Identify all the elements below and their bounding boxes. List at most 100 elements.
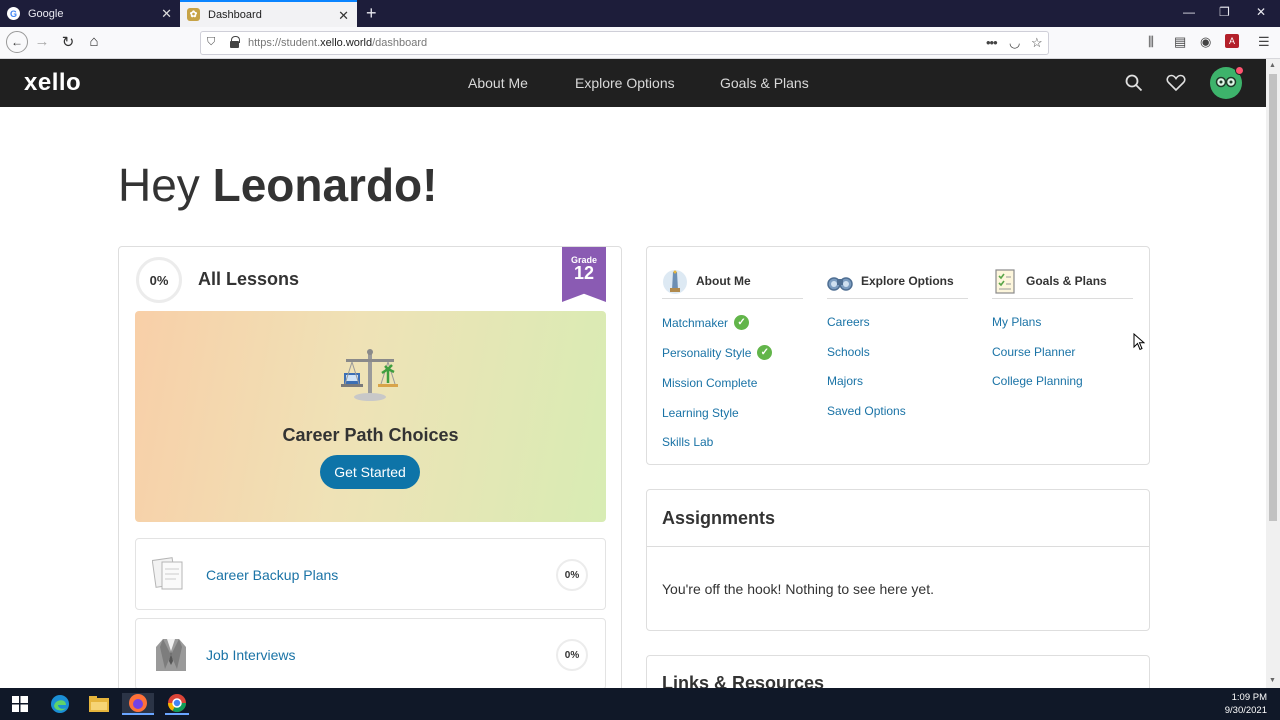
- lessons-card: 0% All Lessons Grade 12 Career Path Choi…: [118, 246, 622, 706]
- tab-dashboard[interactable]: ✿ Dashboard ✕: [180, 0, 357, 27]
- page-scrollbar[interactable]: ▲ ▼: [1266, 59, 1280, 688]
- tower-icon: [663, 269, 687, 294]
- documents-icon: [152, 557, 183, 590]
- lock-icon[interactable]: [230, 36, 240, 48]
- minimize-icon[interactable]: —: [1183, 5, 1195, 19]
- url-text[interactable]: https://student.xello.world/dashboard: [248, 37, 427, 49]
- suit-jacket-icon: [156, 639, 186, 671]
- goals-plans-heading[interactable]: Goals & Plans: [992, 263, 1133, 299]
- xello-logo[interactable]: xello: [24, 69, 81, 97]
- browser-tab-bar: G Google ✕ ✿ Dashboard ✕ + — ❐ ✕: [0, 0, 1280, 27]
- close-tab-icon[interactable]: ✕: [161, 6, 172, 22]
- page-title: Hey Leonardo!: [118, 158, 437, 212]
- link-mission-complete[interactable]: Mission Complete: [662, 376, 757, 390]
- library-icon[interactable]: ⫼: [1148, 34, 1154, 50]
- account-icon[interactable]: ◉: [1200, 34, 1211, 50]
- lesson-name[interactable]: Job Interviews: [206, 647, 295, 663]
- link-course-planner[interactable]: Course Planner: [992, 345, 1075, 359]
- link-careers[interactable]: Careers: [827, 315, 870, 329]
- google-favicon-icon: G: [7, 7, 20, 20]
- assignments-title: Assignments: [662, 508, 776, 528]
- close-tab-icon[interactable]: ✕: [338, 8, 349, 24]
- notification-dot: [1235, 66, 1244, 75]
- sidebar-icon[interactable]: ▤: [1174, 34, 1186, 50]
- windows-taskbar: 1:09 PM 9/30/2021: [0, 688, 1280, 720]
- lessons-progress-ring: 0%: [136, 257, 182, 303]
- link-label[interactable]: Personality Style: [662, 346, 751, 360]
- featured-lesson[interactable]: Career Path Choices Get Started: [135, 311, 606, 522]
- scrollbar-thumb[interactable]: [1269, 74, 1277, 521]
- clock-time: 1:09 PM: [1231, 692, 1267, 703]
- pdf-extension-icon[interactable]: A: [1225, 34, 1239, 48]
- link-majors[interactable]: Majors: [827, 374, 863, 388]
- get-started-button[interactable]: Get Started: [320, 455, 420, 489]
- search-icon[interactable]: [1125, 74, 1143, 92]
- quick-links-card: About Me Matchmaker ✓ Personality Style …: [646, 246, 1150, 465]
- column-title: Goals & Plans: [1026, 273, 1107, 288]
- heart-icon[interactable]: [1166, 74, 1186, 92]
- tab-title: Dashboard: [208, 8, 262, 21]
- link-personality-style[interactable]: Personality Style ✓: [662, 345, 773, 360]
- close-window-icon[interactable]: ✕: [1256, 5, 1266, 19]
- nav-goals-plans[interactable]: Goals & Plans: [720, 75, 809, 91]
- forward-icon[interactable]: →: [32, 33, 52, 50]
- link-learning-style[interactable]: Learning Style: [662, 406, 739, 420]
- explore-options-column: Explore Options Careers Schools Majors S…: [827, 263, 968, 418]
- goals-plans-column: Goals & Plans My Plans Course Planner Co…: [992, 263, 1133, 388]
- lesson-progress: 0%: [556, 559, 588, 591]
- checklist-icon: [995, 268, 1015, 294]
- windows-start-icon[interactable]: [8, 693, 32, 715]
- link-label[interactable]: Matchmaker: [662, 316, 728, 330]
- restore-icon[interactable]: ❐: [1219, 5, 1230, 19]
- avatar[interactable]: [1210, 66, 1244, 99]
- firefox-icon[interactable]: [122, 693, 154, 715]
- greeting-prefix: Hey: [118, 159, 200, 211]
- balance-scale-icon: [341, 349, 398, 401]
- taskbar-clock[interactable]: 1:09 PM 9/30/2021: [1225, 691, 1267, 717]
- reload-icon[interactable]: ↻: [58, 33, 78, 51]
- binoculars-icon: [827, 276, 853, 291]
- link-my-plans[interactable]: My Plans: [992, 315, 1041, 329]
- new-tab-icon[interactable]: +: [366, 3, 377, 24]
- assignments-card: Assignments You're off the hook! Nothing…: [646, 489, 1150, 631]
- column-title: Explore Options: [861, 273, 954, 288]
- grade-ribbon: Grade 12: [562, 247, 606, 302]
- avatar-face-icon: [1215, 76, 1237, 88]
- mouse-cursor-icon: [1133, 333, 1145, 351]
- xello-favicon-icon: ✿: [187, 8, 200, 21]
- url-bar[interactable]: ⛉ https://student.xello.world/dashboard …: [200, 31, 1049, 55]
- pocket-icon[interactable]: ◡: [1009, 35, 1020, 51]
- chrome-icon[interactable]: [165, 693, 189, 715]
- scroll-down-icon[interactable]: ▼: [1269, 677, 1276, 684]
- lesson-item[interactable]: Job Interviews 0%: [135, 618, 606, 690]
- lesson-item[interactable]: Career Backup Plans 0%: [135, 538, 606, 610]
- page-actions-icon[interactable]: •••: [986, 35, 998, 50]
- link-saved-options[interactable]: Saved Options: [827, 404, 906, 418]
- nav-about-me[interactable]: About Me: [468, 75, 528, 91]
- divider: [647, 546, 1149, 547]
- explore-options-heading[interactable]: Explore Options: [827, 263, 968, 299]
- shield-icon[interactable]: ⛉: [207, 36, 215, 49]
- about-me-heading[interactable]: About Me: [662, 263, 803, 299]
- file-explorer-icon[interactable]: [87, 693, 111, 715]
- link-skills-lab[interactable]: Skills Lab: [662, 435, 713, 449]
- site-header: xello About Me Explore Options Goals & P…: [0, 59, 1266, 107]
- link-matchmaker[interactable]: Matchmaker ✓: [662, 315, 750, 330]
- browser-toolbar: ← → ↻ ⌂ ⛉ https://student.xello.world/da…: [0, 27, 1280, 59]
- home-icon[interactable]: ⌂: [84, 33, 104, 50]
- check-icon: ✓: [734, 315, 750, 330]
- edge-browser-icon[interactable]: [48, 693, 72, 715]
- link-schools[interactable]: Schools: [827, 345, 870, 359]
- link-college-planning[interactable]: College Planning: [992, 374, 1083, 388]
- scroll-up-icon[interactable]: ▲: [1269, 62, 1276, 69]
- bookmark-star-icon[interactable]: ☆: [1031, 35, 1043, 51]
- menu-icon[interactable]: ☰: [1258, 34, 1270, 50]
- tab-google[interactable]: G Google ✕: [0, 0, 180, 27]
- back-icon[interactable]: ←: [6, 31, 28, 53]
- check-icon: ✓: [757, 345, 773, 360]
- lesson-progress: 0%: [556, 639, 588, 671]
- nav-explore-options[interactable]: Explore Options: [575, 75, 675, 91]
- lesson-name[interactable]: Career Backup Plans: [206, 567, 338, 583]
- about-me-column: About Me Matchmaker ✓ Personality Style …: [662, 263, 803, 449]
- featured-lesson-title: Career Path Choices: [282, 425, 459, 445]
